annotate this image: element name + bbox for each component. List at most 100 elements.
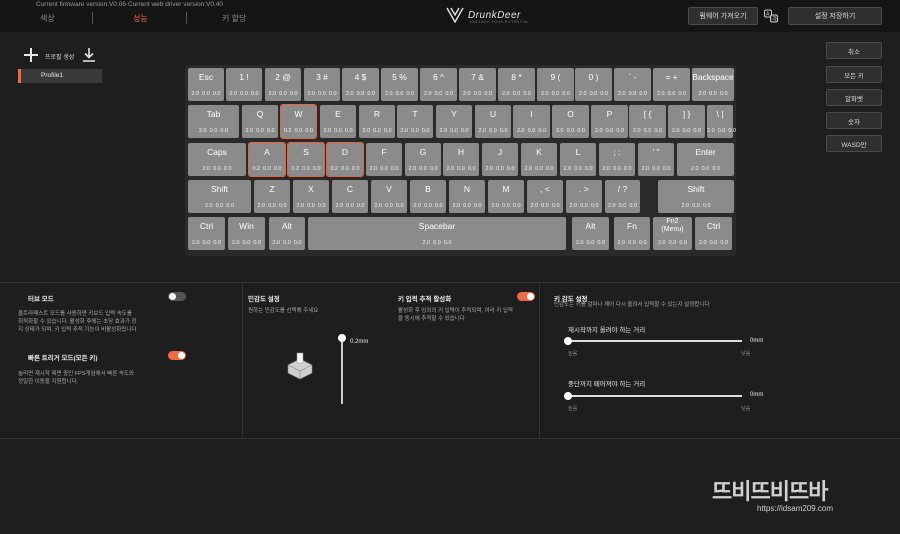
select-wasd-button[interactable]: WASD만 (826, 135, 882, 152)
key-symbol[interactable]: ` - 2.0 0.0 0.0 (614, 68, 651, 101)
key-9[interactable]: 9 (2.0 0.0 0.0 (537, 68, 574, 101)
key-a[interactable]: A 0.2 0.0 0.0 (248, 142, 286, 177)
key-6[interactable]: 6 ^ 2.0 0.0 0.0 (420, 68, 457, 101)
key-5[interactable]: 5 % 2.0 0.0 0.0 (381, 68, 418, 101)
key-backspace[interactable]: Backspace 2.0 0.0 0.0 (692, 68, 734, 101)
key-w[interactable]: W 0.2 0.0 0.0 (280, 104, 317, 139)
key-alt[interactable]: Alt 2.0 0.0 0.0 (269, 217, 305, 250)
key-4[interactable]: 4 $ 2.0 0.0 0.0 (342, 68, 379, 101)
select-numbers-button[interactable]: 숫자 (826, 112, 882, 129)
key-actuation-value: 2.0 0.0 0.0 (257, 203, 287, 209)
select-alphabet-button[interactable]: 알파벳 (826, 89, 882, 106)
key-spacebar[interactable]: Spacebar 2.0 0.0 0.0 (308, 217, 566, 250)
key-i[interactable]: I 2.0 0.0 0.0 (513, 105, 550, 138)
key-shift[interactable]: Shift 2.0 0.0 0.0 (188, 180, 251, 213)
key-tab[interactable]: Tab 2.0 0.0 0.0 (188, 105, 239, 138)
key-fn2[interactable]: Fn2 (Menu) 2.0 0.0 0.0 (653, 217, 692, 250)
profile-item[interactable]: Profile1 (18, 69, 102, 83)
key-r[interactable]: R 2.0 0.0 0.0 (359, 105, 395, 138)
key-symbol[interactable]: = + 2.0 0.0 0.0 (653, 68, 690, 101)
key-n[interactable]: N 2.0 0.0 0.0 (449, 180, 485, 213)
turbo-mode-toggle[interactable] (168, 292, 186, 301)
key-j[interactable]: J 2.0 0.0 0.0 (482, 143, 518, 176)
key-symbol[interactable]: , < 2.0 0.0 0.0 (527, 180, 563, 213)
key-label: P (606, 109, 613, 119)
key-h[interactable]: H 2.0 0.0 0.0 (443, 143, 479, 176)
key-fn[interactable]: Fn 2.0 0.0 0.0 (614, 217, 650, 250)
logo-text: DrunkDeer (468, 9, 521, 21)
sensitivity-slider-handle[interactable] (338, 334, 346, 342)
svg-text:A: A (766, 12, 770, 18)
key-symbol[interactable]: ' " 2.0 0.0 0.0 (638, 143, 674, 176)
key-symbol[interactable]: [ {2.0 0.0 0.0 (629, 105, 666, 138)
key-u[interactable]: U 2.0 0.0 0.0 (475, 105, 511, 138)
key-0[interactable]: 0 ) 2.0 0.0 0.0 (575, 68, 612, 101)
key-2[interactable]: 2 @ 2.0 0.0 0.0 (265, 68, 301, 101)
key-tracking-desc: 활성화 후 임의의 키 입력이 추적되며, 여러 키 입력 을 동시에 추적할 … (398, 307, 538, 323)
tab-key-assign[interactable]: 키 할당 (222, 13, 246, 24)
key-tracking-toggle[interactable] (517, 292, 535, 301)
reset-distance-slider-track[interactable] (568, 340, 742, 342)
key-1[interactable]: 1 ! 2.0 0.0 0.0 (226, 68, 262, 101)
key-ctrl[interactable]: Ctrl 2.0 0.0 0.0 (695, 217, 732, 250)
key-ctrl[interactable]: Ctrl 2.0 0.0 0.0 (188, 217, 225, 250)
key-label: Tab (206, 109, 221, 119)
key-symbol[interactable]: \ | 2.0 0.0 0.0 (707, 105, 736, 138)
key-y[interactable]: Y 2.0 0.0 0.0 (436, 105, 472, 138)
key-l[interactable]: L 2.0 0.0 0.0 (560, 143, 596, 176)
key-z[interactable]: Z 2.0 0.0 0.0 (254, 180, 290, 213)
key-actuation-value: 2.0 0.0 0.0 (671, 128, 702, 134)
key-v[interactable]: V 2.0 0.0 0.0 (371, 180, 407, 213)
key-actuation-value: 2.0 0.0 0.0 (524, 166, 554, 172)
key-enter[interactable]: Enter 2.0 0.0 0.0 (677, 143, 734, 176)
reset-distance-slider-handle[interactable] (564, 337, 572, 345)
key-m[interactable]: M 2.0 0.0 0.0 (488, 180, 524, 213)
create-profile-label[interactable]: 프로필 생성 (45, 52, 74, 61)
key-symbol[interactable]: / ? 2.0 0.0 0.0 (605, 180, 640, 213)
add-profile-icon[interactable] (24, 48, 38, 62)
key-symbol[interactable]: . > 2.0 0.0 0.0 (566, 180, 602, 213)
key-label: Spacebar (418, 221, 456, 231)
save-settings-button[interactable]: 설정 저장하기 (788, 7, 882, 25)
key-d[interactable]: D 0.2 0.0 0.0 (326, 142, 364, 177)
key-label: Fn2 (Menu) (661, 218, 684, 233)
key-k[interactable]: K 2.0 0.0 0.0 (521, 143, 557, 176)
release-distance-slider-handle[interactable] (564, 392, 572, 400)
key-actuation-value: 2.0 0.0 0.0 (641, 166, 671, 172)
key-q[interactable]: Q 2.0 0.0 0.0 (242, 105, 278, 138)
key-s[interactable]: S 0.2 0.0 0.0 (287, 142, 325, 177)
import-firmware-button[interactable]: 펌웨어 가져오기 (688, 7, 758, 25)
key-t[interactable]: T 2.0 0.0 0.0 (397, 105, 433, 138)
key-symbol[interactable]: ] } 2.0 0.0 0.0 (668, 105, 705, 138)
tab-color[interactable]: 색상 (40, 13, 55, 24)
key-c[interactable]: C 2.0 0.0 0.0 (332, 180, 368, 213)
cancel-button[interactable]: 취소 (826, 42, 882, 59)
key-actuation-value: 2.0 0.0 0.0 (632, 128, 663, 134)
key-alt[interactable]: Alt 2.0 0.0 0.0 (572, 217, 609, 250)
keyboard-layout: Esc 2.0 0.0 0.0 1 ! 2.0 0.0 0.0 2 @ 2.0 0.0 0… (185, 65, 736, 256)
rapid-trigger-toggle[interactable] (168, 351, 186, 360)
key-b[interactable]: B 2.0 0.0 0.0 (410, 180, 446, 213)
key-g[interactable]: G 2.0 0.0 0.0 (405, 143, 441, 176)
key-p[interactable]: P 2.0 0.0 0.0 (591, 105, 628, 138)
key-x[interactable]: X 2.0 0.0 0.0 (293, 180, 329, 213)
key-shift[interactable]: Shift 2.0 0.0 0.0 (658, 180, 734, 213)
key-o[interactable]: O 2.0 0.0 0.0 (552, 105, 589, 138)
sensitivity-slider-track[interactable] (341, 337, 343, 404)
key-win[interactable]: Win 2.0 0.0 0.0 (228, 217, 265, 250)
download-icon[interactable] (82, 47, 96, 63)
key-3[interactable]: 3 # 2.0 0.0 0.0 (304, 68, 340, 101)
key-7[interactable]: 7 & 2.0 0.0 0.0 (459, 68, 496, 101)
key-symbol[interactable]: ; : 2.0 0.0 0.0 (599, 143, 635, 176)
key-8[interactable]: 8 * 2.0 0.0 0.0 (498, 68, 535, 101)
key-e[interactable]: E 2.0 0.0 0.0 (320, 105, 356, 138)
key-f[interactable]: F 2.0 0.0 0.0 (366, 143, 402, 176)
key-caps[interactable]: Caps 2.0 0.0 0.0 (188, 143, 246, 176)
key-label: X (308, 184, 314, 194)
select-all-keys-button[interactable]: 모든 키 (826, 66, 882, 83)
key-actuation-value: 2.0 0.0 0.0 (423, 91, 454, 97)
release-distance-slider-track[interactable] (568, 395, 742, 397)
tab-performance[interactable]: 성능 (133, 13, 148, 24)
translate-icon[interactable]: A 가 (764, 9, 778, 23)
key-esc[interactable]: Esc 2.0 0.0 0.0 (188, 68, 224, 101)
